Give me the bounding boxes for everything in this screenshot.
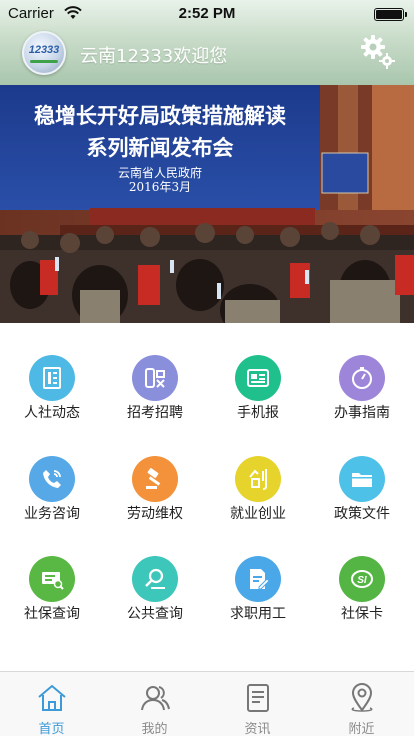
battery-icon — [374, 8, 407, 21]
tab-home[interactable]: 首页 — [0, 672, 103, 736]
news-icon-circle — [29, 355, 75, 401]
tab-bar: 首页 我的 资讯 附近 — [0, 671, 414, 736]
compass-icon — [352, 367, 372, 389]
grid-item-public-query[interactable]: 公共查询 — [103, 541, 207, 622]
startup-icon — [249, 469, 267, 490]
status-time: 2:52 PM — [178, 5, 236, 22]
tab-label: 资讯 — [244, 722, 271, 736]
si-card-icon-circle: SI — [339, 556, 385, 602]
magnifier-icon-circle — [132, 556, 178, 602]
news-icon — [43, 367, 61, 389]
grid-item-label: 公共查询 — [127, 606, 183, 622]
grid-item-guide[interactable]: 办事指南 — [310, 340, 414, 421]
grid-item-policy[interactable]: 政策文件 — [310, 441, 414, 522]
svg-text:SI: SI — [357, 575, 367, 586]
banner-date: 2016年3月 — [129, 180, 191, 194]
phone-icon — [43, 470, 61, 488]
banner-headline-1: 稳增长开好局政策措施解读 — [34, 103, 286, 128]
grid-item-label: 劳动维权 — [127, 506, 183, 522]
grid-item-rights[interactable]: 劳动维权 — [103, 441, 207, 522]
phone-icon-circle — [29, 456, 75, 502]
location-icon — [351, 683, 373, 712]
tab-mine[interactable]: 我的 — [103, 672, 206, 736]
compass-icon-circle — [339, 355, 385, 401]
grid-item-consult[interactable]: 业务咨询 — [0, 441, 104, 522]
grid-item-label: 政策文件 — [334, 506, 390, 522]
app-logo: 12333 — [22, 31, 66, 75]
tab-label: 首页 — [38, 722, 65, 736]
grid-item-label: 业务咨询 — [24, 506, 80, 522]
hero-banner[interactable]: 稳增长开好局政策措施解读 系列新闻发布会 云南省人民政府 2016年3月 — [0, 85, 414, 323]
grid-item-label: 人社动态 — [24, 405, 80, 421]
resume-icon-circle — [235, 556, 281, 602]
status-bar: Carrier 2:52 PM — [0, 0, 414, 28]
grid-item-recruit[interactable]: 招考招聘 — [103, 340, 207, 421]
newspaper-icon-circle — [235, 355, 281, 401]
startup-icon-circle — [235, 456, 281, 502]
logo-band — [30, 60, 58, 63]
grid-item-label: 就业创业 — [230, 506, 286, 522]
folder-icon-circle — [339, 456, 385, 502]
grid-item-label: 求职用工 — [230, 606, 286, 622]
newspaper-icon — [247, 369, 269, 387]
card-search-icon-circle — [29, 556, 75, 602]
recruit-icon — [145, 368, 165, 388]
grid-item-hr-news[interactable]: 人社动态 — [0, 340, 104, 421]
grid-item-label: 手机报 — [237, 405, 279, 421]
grid-item-startup[interactable]: 就业创业 — [206, 441, 310, 522]
grid-item-jobs[interactable]: 求职用工 — [206, 541, 310, 622]
magnifier-icon — [145, 568, 165, 589]
welcome-title: 云南12333欢迎您 — [80, 46, 228, 67]
grid-item-label: 社保卡 — [341, 606, 383, 622]
gavel-icon — [146, 468, 161, 489]
grid-item-label: 办事指南 — [334, 405, 390, 421]
tab-nearby[interactable]: 附近 — [310, 672, 413, 736]
banner-org: 云南省人民政府 — [118, 165, 202, 180]
news-doc-icon — [247, 684, 269, 712]
user-icon — [141, 686, 170, 711]
grid-item-mobile-news[interactable]: 手机报 — [206, 340, 310, 421]
grid-item-si-card[interactable]: SI 社保卡 — [310, 541, 414, 622]
grid-item-si-query[interactable]: 社保查询 — [0, 541, 104, 622]
grid-item-label: 招考招聘 — [127, 405, 183, 421]
tab-label: 我的 — [141, 722, 168, 736]
recruit-icon-circle — [132, 355, 178, 401]
resume-icon — [250, 569, 270, 590]
tab-news[interactable]: 资讯 — [206, 672, 309, 736]
tab-label: 附近 — [348, 722, 375, 736]
banner-headline-2: 系列新闻发布会 — [87, 135, 234, 160]
header-bar: Carrier 2:52 PM 12333 云南12333欢迎您 — [0, 0, 414, 85]
folder-icon — [352, 473, 372, 487]
card-search-icon — [42, 572, 64, 590]
home-icon — [38, 684, 66, 711]
gavel-icon-circle — [132, 456, 178, 502]
press-conference-photo: 稳增长开好局政策措施解读 系列新闻发布会 云南省人民政府 2016年3月 — [0, 85, 414, 323]
logo-text: 12333 — [28, 44, 60, 56]
si-card-icon: SI — [351, 570, 373, 588]
gear-icon[interactable] — [360, 34, 396, 70]
grid-item-label: 社保查询 — [24, 606, 80, 622]
